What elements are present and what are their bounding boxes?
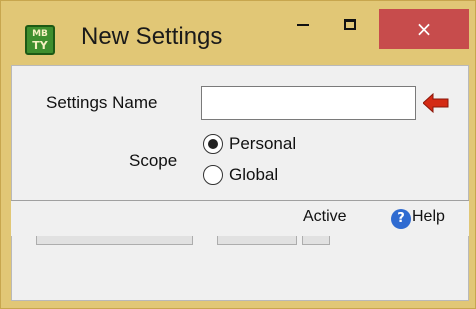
radio-global-label: Global — [229, 165, 279, 184]
settings-window: MB TY New Settings × Settings Name Scope… — [0, 0, 476, 309]
red-arrow-left-icon — [423, 93, 449, 113]
radio-personal-label: Personal — [229, 134, 297, 153]
minimize-icon — [297, 24, 309, 26]
minimize-button[interactable] — [281, 1, 325, 47]
scope-option-global[interactable]: Global — [203, 165, 278, 185]
radio-personal[interactable] — [203, 134, 223, 154]
close-icon: × — [415, 17, 433, 41]
radio-global[interactable] — [203, 165, 223, 185]
logo-text-top: MB — [32, 29, 48, 39]
dialog-body: Settings Name Scope Personal Global Save… — [11, 65, 469, 301]
title-bar[interactable]: MB TY New Settings × — [1, 1, 475, 65]
status-text: Active — [303, 208, 347, 225]
window-title: New Settings — [81, 23, 223, 50]
logo-text-bottom: TY — [32, 39, 48, 52]
settings-name-input[interactable] — [201, 86, 416, 120]
scope-label: Scope — [129, 151, 178, 170]
status-bar: Active ? Help — [11, 200, 469, 236]
close-window-button[interactable]: × — [379, 9, 469, 49]
app-logo-icon: MB TY — [25, 25, 55, 55]
help-link[interactable]: Help — [412, 208, 445, 226]
maximize-icon — [344, 18, 356, 30]
settings-name-label: Settings Name — [46, 93, 158, 112]
scope-option-personal[interactable]: Personal — [203, 134, 296, 154]
help-icon[interactable]: ? — [391, 209, 411, 229]
maximize-button[interactable] — [328, 1, 372, 47]
